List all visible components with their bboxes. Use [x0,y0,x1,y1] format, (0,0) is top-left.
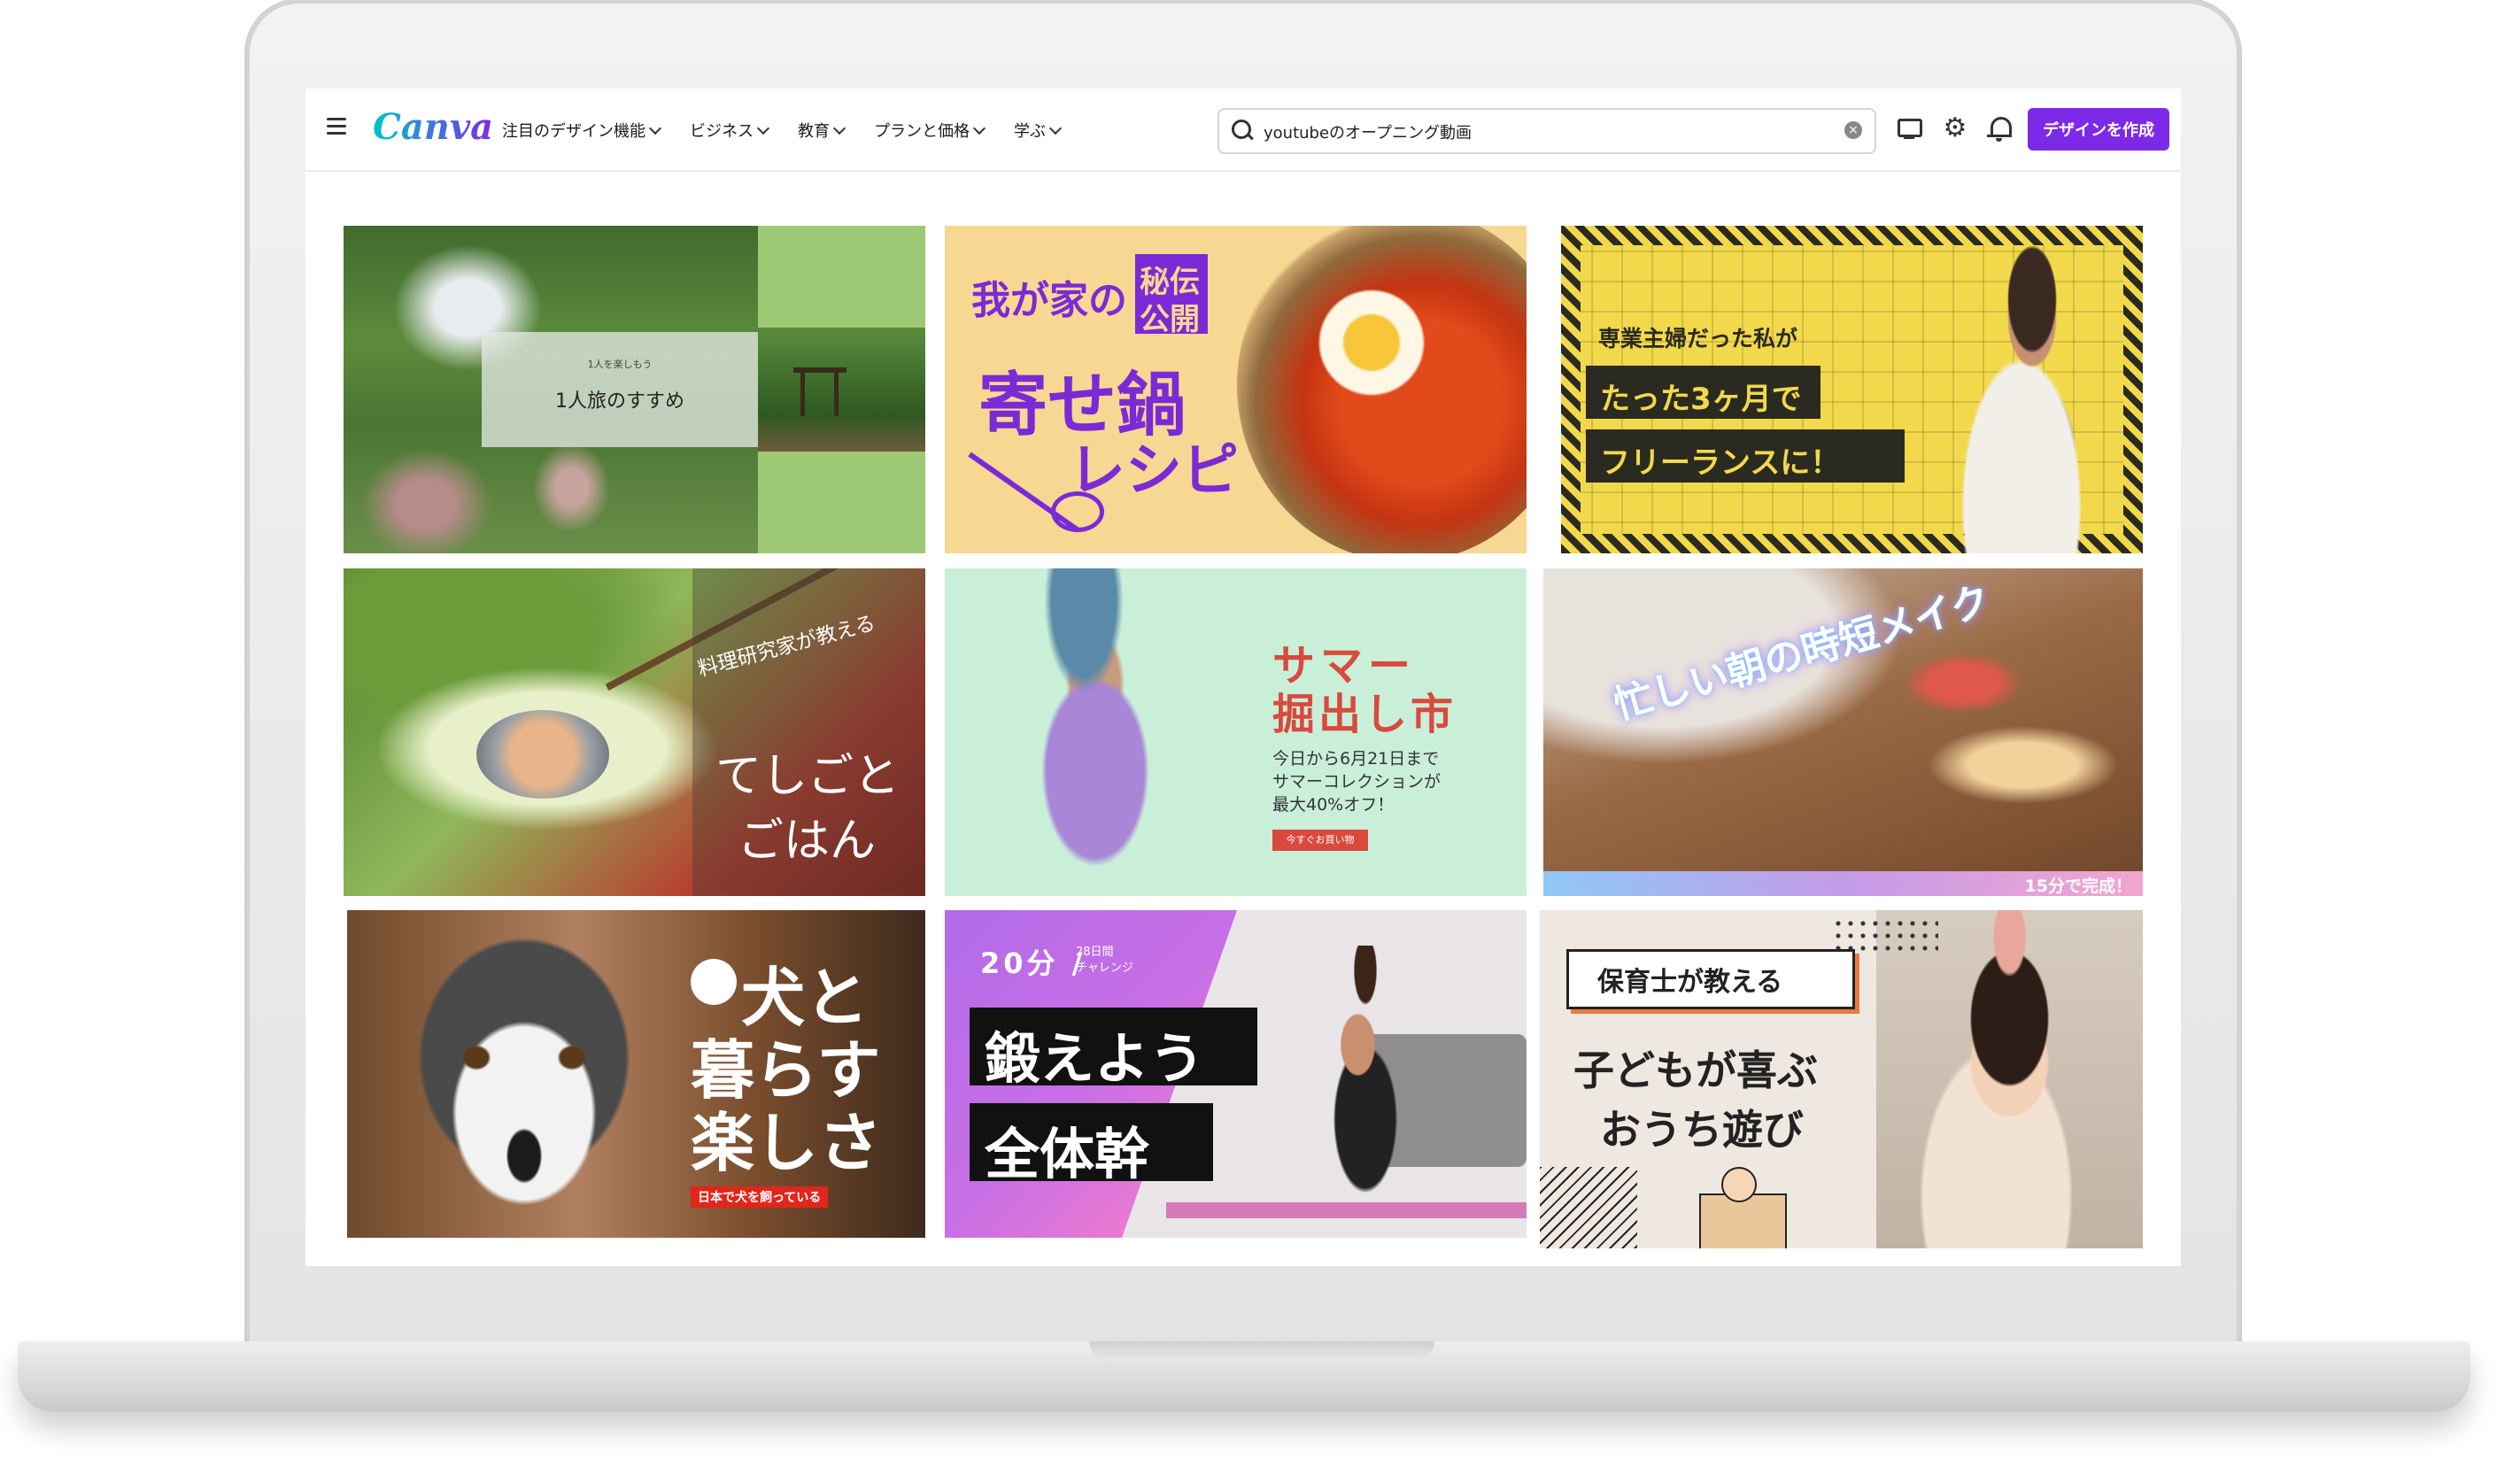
nav-label: 学ぶ [1014,122,1046,141]
nav-pricing[interactable]: プランと価格 [874,119,986,142]
fitness-sub1: 28日間 [1076,946,1114,959]
makeup-title: 忙しい朝の時短メイク [1609,577,1996,729]
chevron-down-icon [832,121,846,135]
template-card-dog[interactable]: 犬と 暮らす 楽しさ 日本で犬を飼っている [347,910,925,1238]
menu-icon[interactable] [327,113,346,145]
sale-desc1: 今日から6月21日まで [1272,749,1440,769]
childcare-line2: おうち遊び [1600,1106,1804,1154]
dog-line3: 楽しさ [691,1106,883,1180]
dog-icon [691,959,737,1005]
freelance-line1: 専業主婦だった私が [1598,326,1798,351]
ladle-photo [476,710,609,799]
nav-business[interactable]: ビジネス [690,119,770,142]
cooking-line2: ごはん [738,815,877,868]
noodle-bowl-photo [1237,226,1527,553]
shrine-photo [758,328,925,452]
recipe-line1: 我が家の [971,278,1127,323]
template-card-makeup[interactable]: 忙しい朝の時短メイク 15分で完成！ [1543,568,2143,896]
chevron-down-icon [972,121,986,135]
gear-icon[interactable]: ⚙ [1942,115,1968,142]
cooking-line1: てしごと [715,750,901,803]
sale-line2: 掘出し市 [1272,690,1457,739]
template-card-childcare[interactable]: 保育士が教える 子どもが喜ぶ おうち遊び [1540,910,2143,1248]
template-card-freelance[interactable]: 専業主婦だった私が たった3ヶ月で フリーランスに！ [1561,226,2143,553]
freelance-line3: フリーランスに！ [1600,445,1841,481]
template-card-cooking[interactable]: 料理研究家が教える てしごと ごはん [344,568,925,896]
nav-learn[interactable]: 学ぶ [1014,119,1063,142]
bell-icon[interactable] [1986,115,2013,142]
makeup-tag: 15分で完成！ [2024,877,2132,896]
search-input[interactable]: youtubeのオープニング動画 × [1217,108,1876,154]
nav-label: ビジネス [690,122,754,141]
woman-exercise-photo [1290,946,1441,1193]
sale-desc2: サマーコレクションが [1272,772,1442,792]
fitness-line2: 全体幹 [985,1122,1150,1186]
childcare-tag: 保育士が教える [1597,967,1783,998]
recipe-badge2: 公開 [1140,302,1200,337]
childcare-line1: 子どもが喜ぶ [1573,1047,1818,1094]
nav-label: 注目のデザイン機能 [502,122,645,141]
search-query[interactable]: youtubeのオープニング動画 [1264,120,1472,143]
chevron-down-icon [1048,121,1063,135]
search-icon [1232,120,1251,139]
nav-education[interactable]: 教育 [798,119,846,142]
chevron-down-icon [756,121,770,135]
woman-photo [1915,243,2128,553]
child-head-illustration [1721,1167,1757,1202]
girl-photo [1876,910,2143,1248]
fitness-minutes: 20分 / [980,946,1086,980]
desktop-app-icon[interactable] [1896,115,1922,142]
travel-title: 1人旅のすすめ [555,390,684,413]
fitness-sub2: チャレンジ [1076,962,1133,975]
fitness-line1: 鍛えよう [985,1026,1205,1091]
laptop-screen: Canva 注目のデザイン機能 ビジネス 教育 プランと価格 学ぶ youtub… [305,89,2181,1266]
clear-icon[interactable]: × [1844,121,1862,139]
create-design-button[interactable]: デザインを作成 [2028,108,2169,151]
template-card-nabe-recipe[interactable]: 我が家の 秘伝 公開 寄せ鍋 レシピ [945,226,1527,553]
top-header: Canva 注目のデザイン機能 ビジネス 教育 プランと価格 学ぶ youtub… [305,89,2181,172]
freelance-line2: たった3ヶ月で [1600,382,1802,417]
sale-desc3: 最大40%オフ！ [1272,795,1395,815]
model-photo [980,568,1210,896]
nav-label: 教育 [798,122,830,141]
nav-featured[interactable]: 注目のデザイン機能 [502,119,662,142]
husky-photo [365,910,684,1238]
yoga-mat [1166,1202,1527,1218]
sale-shop-button: 今すぐお買い物 [1272,830,1368,851]
hatch-deco [1540,1167,1637,1248]
template-card-fitness[interactable]: 20分 / 28日間 チャレンジ 鍛えよう 全体幹 [945,910,1527,1238]
nav-label: プランと価格 [874,122,970,141]
recipe-line3: レシピ [1069,438,1239,504]
chevron-down-icon [648,121,662,135]
dog-tag: 日本で犬を飼っている [691,1186,829,1208]
travel-subtitle: 1人を楽しもう [587,359,653,370]
template-card-summer-sale[interactable]: サマー 掘出し市 今日から6月21日まで サマーコレクションが 最大40%オフ！… [945,568,1527,896]
canva-logo[interactable]: Canva [373,106,493,148]
template-card-travel[interactable]: 1人を楽しもう 1人旅のすすめ [344,226,925,553]
main-nav: 注目のデザイン機能 ビジネス 教育 プランと価格 学ぶ [502,119,1063,142]
laptop-notch [1089,1341,1434,1361]
dots-deco [1832,917,1938,953]
